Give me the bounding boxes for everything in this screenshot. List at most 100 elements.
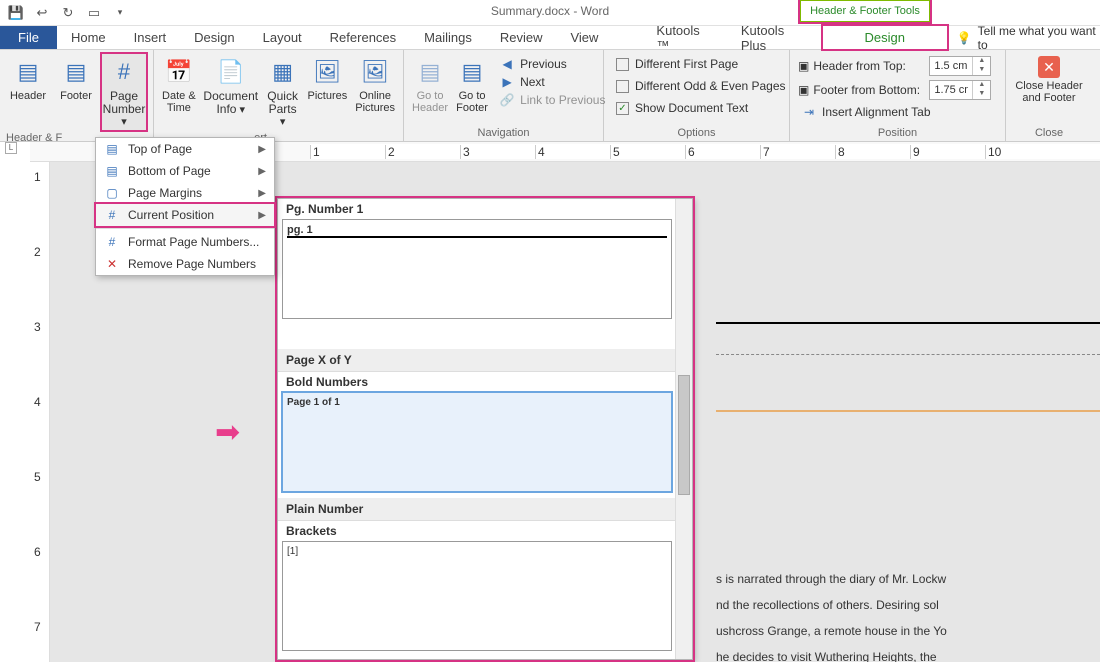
menu-page-margins[interactable]: ▢Page Margins▶ (96, 182, 274, 204)
contextual-tab-group: Header & Footer Tools (800, 0, 930, 22)
goto-header-button[interactable]: ▤Go to Header (410, 54, 450, 116)
horizontal-ruler[interactable]: 12345678910 (310, 144, 1100, 159)
group-label-options: Options (610, 125, 783, 141)
scrollbar-thumb[interactable] (678, 375, 690, 495)
gallery-heading-bold-numbers: Bold Numbers (278, 372, 692, 392)
submenu-arrow-icon: ▶ (258, 210, 266, 221)
menu-remove-page-numbers[interactable]: ✕Remove Page Numbers (96, 253, 274, 275)
previous-icon: ◀ (500, 57, 514, 71)
tab-insert[interactable]: Insert (120, 26, 181, 49)
tab-view[interactable]: View (556, 26, 612, 49)
insert-align-tab-button[interactable]: ⇥Insert Alignment Tab (798, 104, 991, 120)
submenu-arrow-icon: ▶ (258, 144, 266, 155)
calendar-icon: 📅 (163, 56, 195, 88)
tab-kutools-plus[interactable]: Kutools Plus (727, 26, 823, 49)
group-label-close: Close (1012, 125, 1086, 141)
group-label-position: Position (796, 125, 999, 141)
link-previous-button[interactable]: 🔗Link to Previous (496, 92, 609, 108)
bulb-icon: 💡 (957, 31, 972, 45)
gallery-heading-brackets: Brackets (278, 521, 692, 541)
footer-icon: ▤ (60, 56, 92, 88)
pictures-icon: 🖼 (311, 56, 343, 88)
tab-mailings[interactable]: Mailings (410, 26, 486, 49)
page-number-icon: # (108, 56, 140, 88)
checkbox-checked-icon: ✓ (616, 102, 629, 115)
gallery-item-bold-numbers[interactable]: Page 1 of 1 (282, 392, 672, 492)
tab-review[interactable]: Review (486, 26, 557, 49)
section-rule (716, 410, 1100, 412)
menu-current-position[interactable]: #Current Position▶ (96, 204, 274, 226)
tell-me-search[interactable]: 💡Tell me what you want to (957, 26, 1100, 49)
gallery-scrollbar[interactable] (675, 199, 692, 659)
quick-parts-button[interactable]: ▦Quick Parts ▾ (264, 54, 302, 130)
header-icon: ▤ (12, 56, 44, 88)
header-rule (716, 322, 1100, 324)
doc-info-button[interactable]: 📄Document Info ▾ (202, 54, 260, 118)
quick-parts-icon: ▦ (267, 56, 299, 88)
page-top-icon: ▤ (104, 142, 120, 156)
page-number-menu: ▤Top of Page▶ ▤Bottom of Page▶ ▢Page Mar… (95, 137, 275, 276)
link-icon: 🔗 (500, 93, 514, 107)
goto-footer-icon: ▤ (456, 56, 488, 88)
header-boundary (716, 354, 1100, 355)
header-top-spinner[interactable]: ▲▼ (929, 56, 991, 76)
online-pictures-icon: 🖼 (359, 56, 391, 88)
show-doc-checkbox[interactable]: ✓Show Document Text (612, 100, 790, 116)
current-position-icon: # (104, 208, 120, 222)
header-top-label: Header from Top: (813, 59, 925, 73)
online-pictures-button[interactable]: 🖼Online Pictures (353, 54, 397, 116)
tab-design[interactable]: Design (180, 26, 248, 49)
submenu-arrow-icon: ▶ (258, 166, 266, 177)
touch-icon[interactable]: ▭ (86, 5, 102, 21)
tab-kutools[interactable]: Kutools ™ (642, 26, 726, 49)
doc-info-icon: 📄 (215, 56, 247, 88)
date-time-button[interactable]: 📅Date & Time (160, 54, 198, 116)
menu-bottom-of-page[interactable]: ▤Bottom of Page▶ (96, 160, 274, 182)
menu-top-of-page[interactable]: ▤Top of Page▶ (96, 138, 274, 160)
header-top-icon: ▣ (798, 59, 809, 73)
tab-references[interactable]: References (316, 26, 410, 49)
footer-bottom-spinner[interactable]: ▲▼ (929, 80, 991, 100)
checkbox-icon (616, 80, 629, 93)
page-number-button[interactable]: #Page Number ▾ (102, 54, 146, 130)
remove-icon: ✕ (104, 257, 120, 271)
ribbon: ▤Header ▤Footer #Page Number ▾ Header & … (0, 50, 1100, 142)
close-hf-button[interactable]: ✕Close Header and Footer (1012, 54, 1086, 106)
window-title: Summary.docx - Word (491, 4, 609, 18)
page-margins-icon: ▢ (104, 186, 120, 200)
diff-odd-checkbox[interactable]: Different Odd & Even Pages (612, 78, 790, 94)
tab-selector[interactable]: L (5, 142, 17, 154)
submenu-arrow-icon: ▶ (258, 188, 266, 199)
pictures-button[interactable]: 🖼Pictures (306, 54, 350, 104)
annotation-arrow: ➡ (215, 415, 240, 450)
gallery-heading-pg-number: Pg. Number 1 (278, 199, 692, 219)
tab-home[interactable]: Home (57, 26, 120, 49)
save-icon[interactable]: 💾 (8, 5, 24, 21)
header-top-input[interactable] (930, 57, 972, 75)
group-label-nav: Navigation (410, 125, 597, 141)
align-tab-icon: ⇥ (802, 105, 816, 119)
close-icon: ✕ (1038, 56, 1060, 78)
redo-icon[interactable]: ↻ (60, 5, 76, 21)
qat-more-icon[interactable]: ▾ (112, 5, 128, 21)
undo-icon[interactable]: ↩ (34, 5, 50, 21)
footer-button[interactable]: ▤Footer (54, 54, 98, 104)
document-body-text[interactable]: s is narrated through the diary of Mr. L… (716, 566, 1100, 662)
tab-file[interactable]: File (0, 26, 57, 49)
next-button[interactable]: ▶Next (496, 74, 609, 90)
gallery-group-page-x-of-y: Page X of Y (278, 349, 692, 372)
tab-layout[interactable]: Layout (249, 26, 316, 49)
footer-bottom-input[interactable] (930, 81, 972, 99)
gallery-item-pg1[interactable]: pg. 1 (282, 219, 672, 319)
diff-first-checkbox[interactable]: Different First Page (612, 56, 790, 72)
tab-hf-design[interactable]: Design (823, 26, 947, 49)
menu-format-page-numbers[interactable]: #Format Page Numbers... (96, 231, 274, 253)
vertical-ruler[interactable]: 1234567 (30, 160, 50, 662)
goto-header-icon: ▤ (414, 56, 446, 88)
tab-strip: File Home Insert Design Layout Reference… (0, 26, 1100, 50)
page-bottom-icon: ▤ (104, 164, 120, 178)
goto-footer-button[interactable]: ▤Go to Footer (454, 54, 490, 116)
gallery-item-brackets[interactable]: [1] (282, 541, 672, 651)
header-button[interactable]: ▤Header (6, 54, 50, 104)
previous-button[interactable]: ◀Previous (496, 56, 609, 72)
